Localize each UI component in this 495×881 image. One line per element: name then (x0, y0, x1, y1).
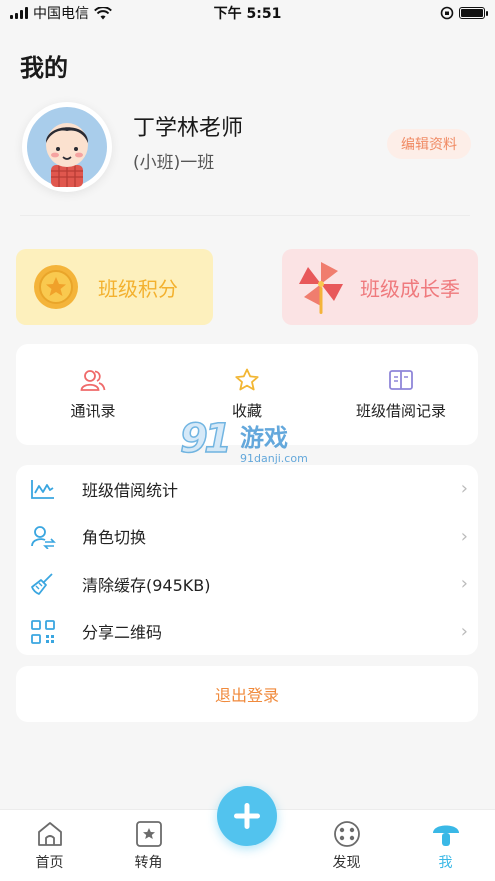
chevron-right-icon: › (460, 525, 468, 547)
qrcode-icon (31, 619, 55, 644)
watermark-url: 91danji.com (240, 452, 308, 465)
status-left: 中国电信 (10, 3, 112, 23)
book-icon (389, 370, 413, 390)
broom-icon (31, 573, 53, 595)
status-bar: 中国电信 下午 5:51 (0, 0, 495, 26)
tab-discover[interactable]: 发现 (297, 810, 396, 881)
menu-item-share-qrcode[interactable]: 分享二维码 › (16, 608, 478, 656)
menu-item-borrow-statistics[interactable]: 班级借阅统计 › (16, 465, 478, 513)
quick-label: 班级借阅记录 (355, 402, 446, 420)
plus-icon (234, 803, 260, 829)
logout-button[interactable]: 退出登录 (16, 666, 478, 722)
mushroom-icon (432, 825, 459, 846)
status-right (440, 6, 488, 20)
carrier-label: 中国电信 (33, 6, 89, 22)
quick-item-borrow-records[interactable]: 班级借阅记录 (324, 344, 478, 445)
battery-icon (459, 7, 488, 19)
settings-menu: 班级借阅统计 › 角色切换 › 清除缓存(945KB) › 分享二维码 › (16, 465, 478, 655)
pinwheel-icon (299, 262, 343, 314)
user-class: (小班)一班 (133, 153, 215, 173)
switch-user-icon (31, 525, 56, 549)
avatar[interactable] (22, 102, 112, 192)
svg-text:1: 1 (204, 416, 232, 462)
star-icon (235, 368, 259, 391)
tab-label: 首页 (35, 855, 64, 871)
gold-coin-icon (34, 265, 78, 309)
discover-icon (333, 821, 360, 847)
tab-home[interactable]: 首页 (0, 810, 99, 881)
profile-section: 丁学林老师 (小班)一班 编辑资料 (20, 102, 475, 197)
contacts-icon (80, 370, 106, 391)
tab-label: 转角 (134, 855, 163, 871)
divider (20, 215, 470, 216)
tab-me[interactable]: 我 (396, 810, 495, 881)
tab-corner[interactable]: 转角 (99, 810, 198, 881)
chevron-right-icon: › (460, 478, 468, 500)
add-button[interactable] (217, 786, 277, 846)
menu-label: 班级借阅统计 (82, 480, 179, 500)
user-name: 丁学林老师 (133, 116, 244, 141)
menu-label: 角色切换 (82, 528, 147, 548)
tab-label: 发现 (332, 855, 361, 871)
menu-label: 分享二维码 (82, 623, 163, 643)
class-points-label: 班级积分 (98, 276, 178, 301)
chevron-right-icon: › (460, 573, 468, 595)
class-season-card[interactable]: 班级成长季 (282, 249, 478, 325)
signal-icon (10, 7, 28, 19)
edit-profile-button[interactable]: 编辑资料 (387, 129, 471, 159)
watermark-brand: 游戏 (240, 424, 288, 452)
class-points-card[interactable]: 班级积分 (16, 249, 213, 325)
watermark-logo: 9 1 游戏 91danji.com (180, 415, 308, 465)
chevron-right-icon: › (460, 620, 468, 642)
wifi-icon (94, 6, 112, 19)
menu-item-clear-cache[interactable]: 清除缓存(945KB) › (16, 560, 478, 608)
menu-item-role-switch[interactable]: 角色切换 › (16, 513, 478, 561)
home-icon (37, 822, 62, 846)
card-icon (135, 821, 162, 847)
quick-item-contacts[interactable]: 通讯录 (16, 344, 170, 445)
class-season-label: 班级成长季 (360, 276, 460, 301)
orientation-lock-icon (440, 6, 454, 20)
tab-label: 我 (438, 855, 453, 871)
page-title: 我的 (20, 54, 68, 82)
chart-icon (31, 480, 54, 499)
quick-label: 通讯录 (70, 402, 116, 420)
avatar-boy-illustration (27, 107, 107, 187)
menu-label: 清除缓存(945KB) (82, 575, 211, 595)
